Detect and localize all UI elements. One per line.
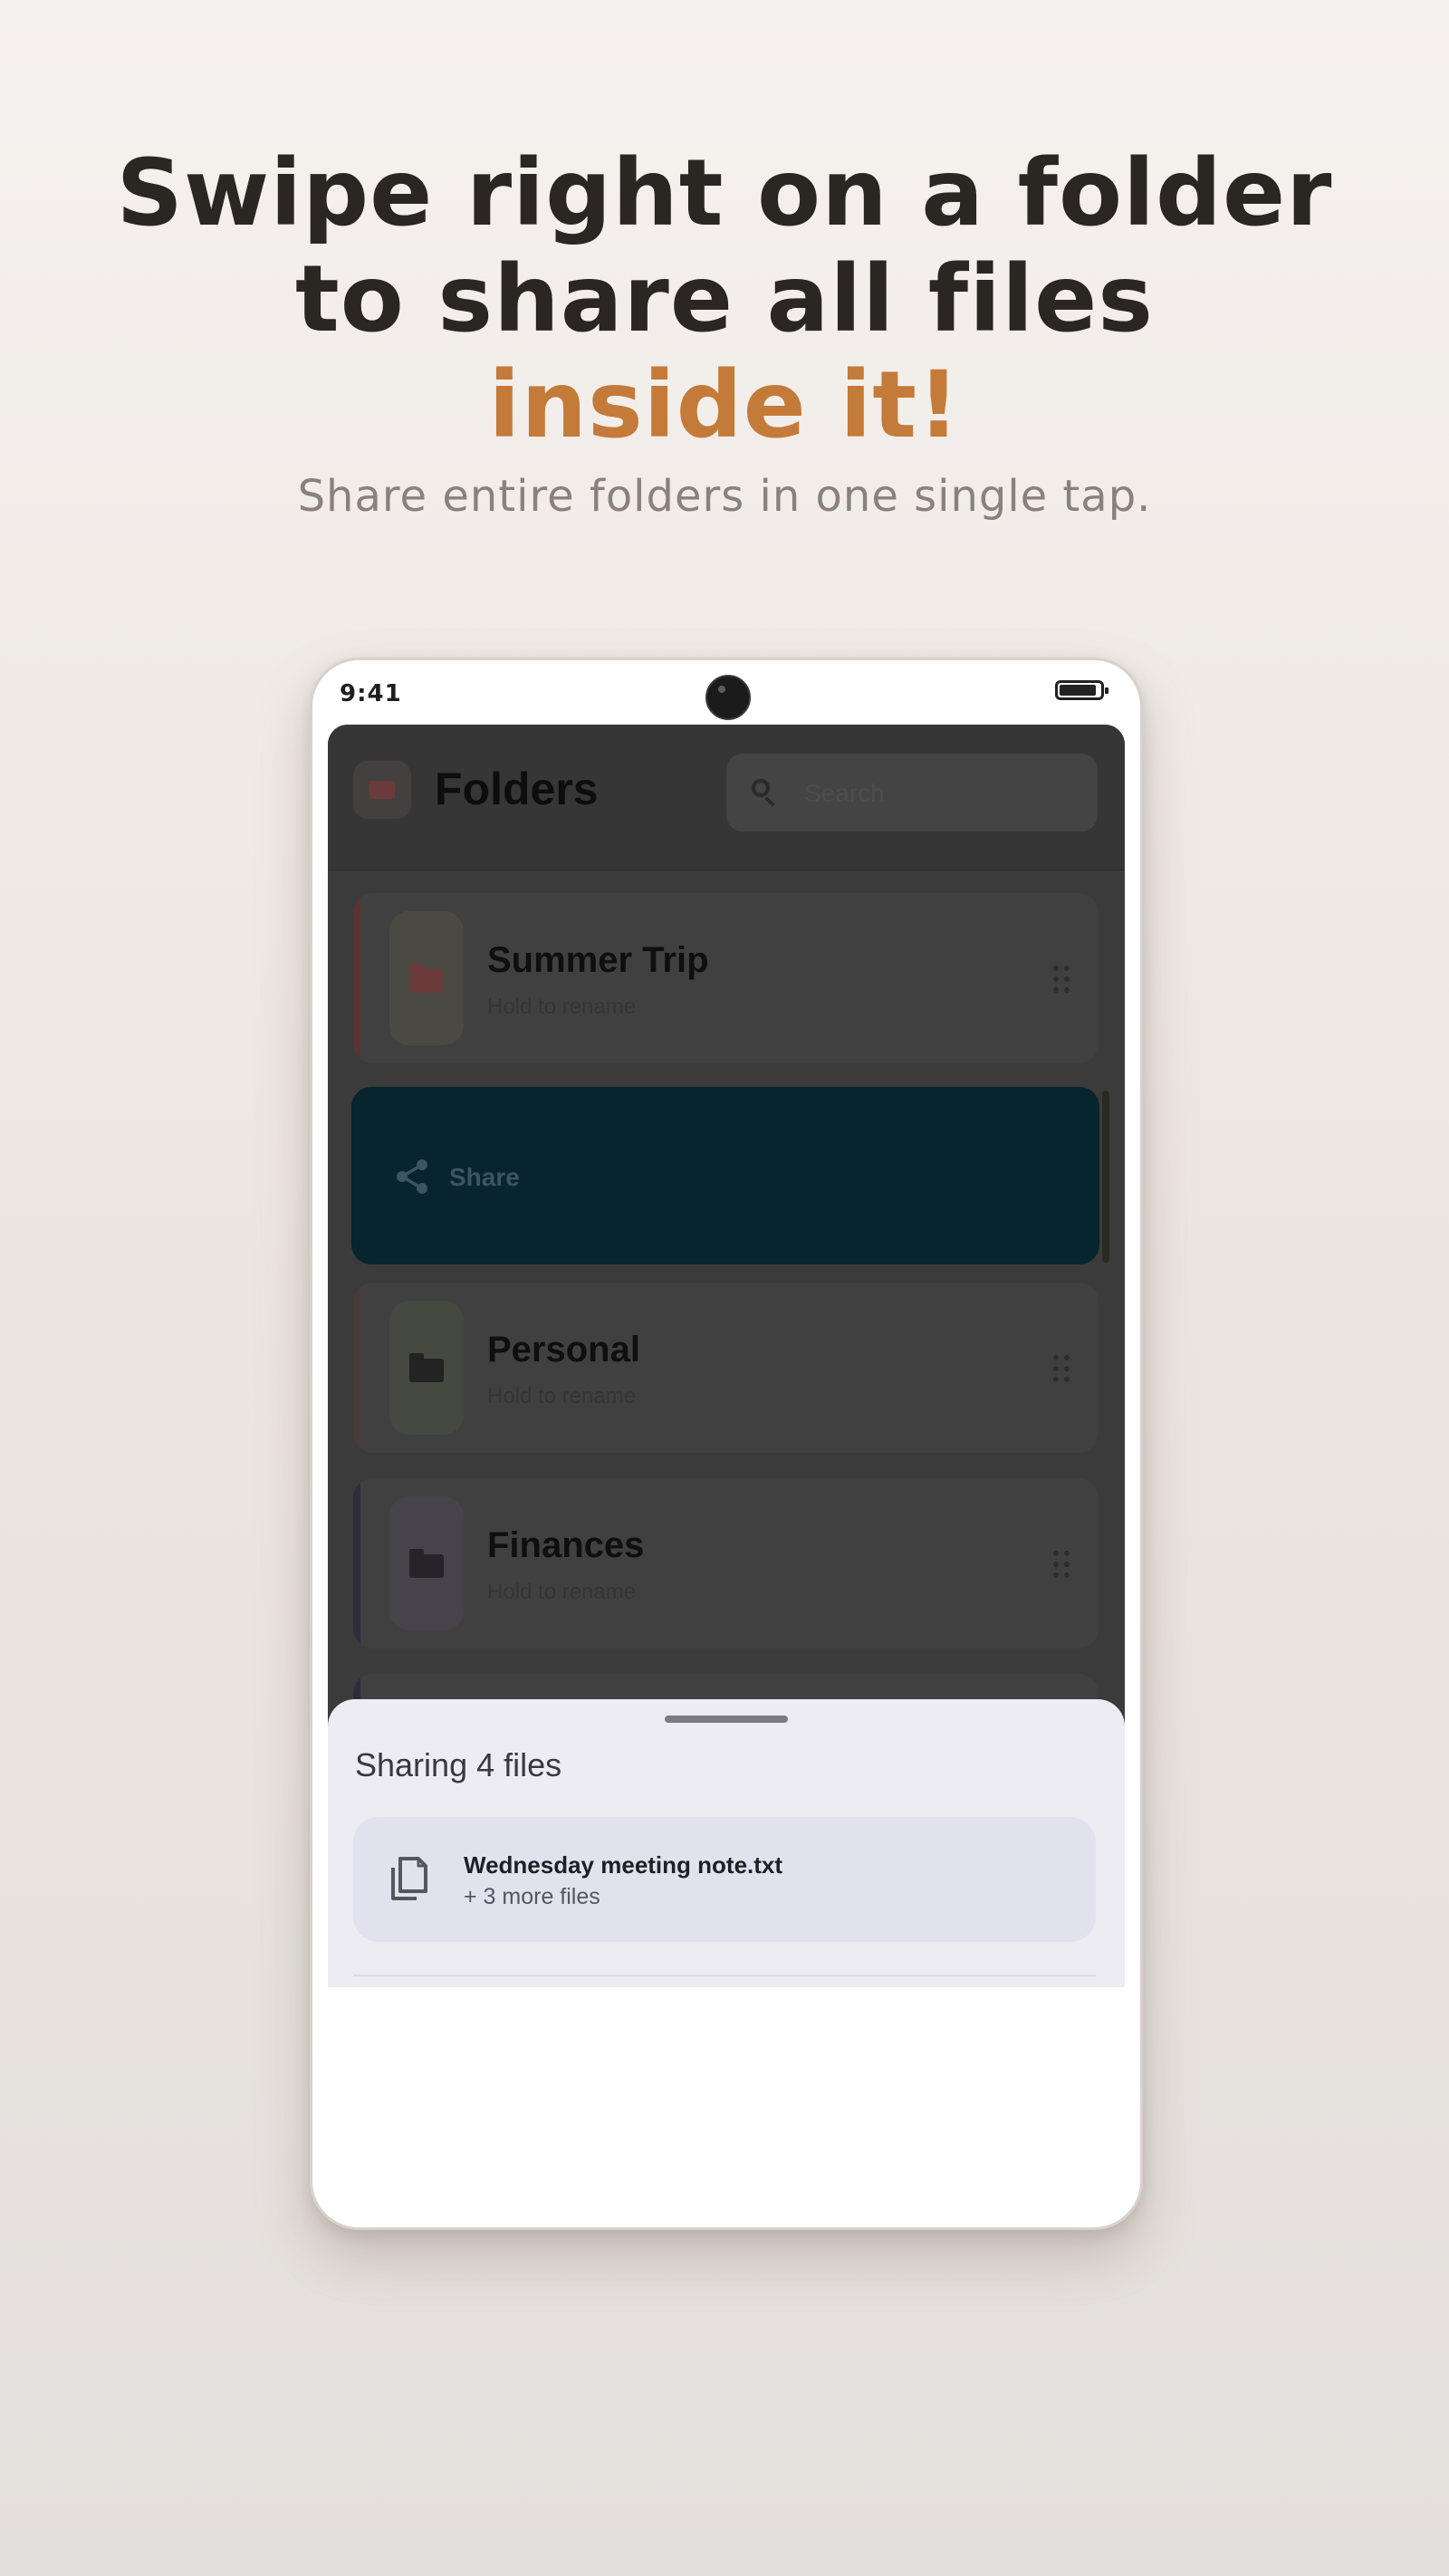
sheet-drag-handle[interactable] <box>665 1716 788 1723</box>
app-logo-icon <box>353 761 411 819</box>
search-input[interactable]: Search <box>726 754 1098 831</box>
swipe-share-action[interactable]: Share <box>351 1087 1109 1264</box>
phone-frame: 9:41 Folders Search Summer Trip Hold to … <box>310 658 1143 2230</box>
drag-handle-icon[interactable] <box>1053 966 1071 993</box>
folder-card-personal[interactable]: Personal Hold to rename <box>353 1283 1099 1453</box>
share-icon <box>397 1159 427 1194</box>
page-title: Folders <box>435 764 599 814</box>
app-bar: Folders Search <box>328 725 1125 870</box>
status-time: 9:41 <box>340 680 402 707</box>
promo-subheadline: Share entire folders in one single tap. <box>297 471 1152 522</box>
folder-icon <box>409 1549 444 1578</box>
drag-handle-icon[interactable] <box>1053 1355 1071 1382</box>
folder-thumbnail <box>389 911 464 1045</box>
folder-card-summer-trip[interactable]: Summer Trip Hold to rename <box>353 893 1099 1063</box>
search-icon <box>752 779 770 797</box>
promo-headline: Swipe right on a folder to share all fil… <box>0 140 1449 458</box>
folder-name: Summer Trip <box>487 940 709 980</box>
folder-name: Finances <box>487 1525 645 1565</box>
copy-files-icon <box>391 1857 427 1900</box>
folder-hint: Hold to rename <box>487 995 637 1019</box>
folder-thumbnail <box>389 1496 464 1630</box>
share-bottom-sheet: Sharing 4 files Wednesday meeting note.t… <box>328 1699 1125 1987</box>
sheet-divider <box>353 1975 1096 1976</box>
folder-color-stripe <box>353 1283 360 1453</box>
more-files-count: + 3 more files <box>464 1884 600 1909</box>
battery-icon <box>1055 680 1108 700</box>
headline-line-2: to share all files <box>295 245 1154 353</box>
folder-icon <box>409 964 444 993</box>
folder-name: Personal <box>487 1330 640 1370</box>
folder-color-stripe <box>353 1478 360 1648</box>
headline-line-1: Swipe right on a folder <box>116 139 1333 247</box>
swiped-card-edge <box>1102 1091 1109 1263</box>
folder-hint: Hold to rename <box>487 1580 637 1604</box>
folder-card-finances[interactable]: Finances Hold to rename <box>353 1478 1099 1648</box>
sheet-title: Sharing 4 files <box>355 1746 562 1783</box>
shared-file-name: Wednesday meeting note.txt <box>464 1851 783 1879</box>
headline-accent: inside it! <box>488 351 961 459</box>
shared-files-summary[interactable]: Wednesday meeting note.txt + 3 more file… <box>353 1817 1096 1942</box>
search-placeholder: Search <box>804 779 885 807</box>
drag-handle-icon[interactable] <box>1053 1551 1071 1578</box>
camera-icon <box>705 675 751 720</box>
share-action-label: Share <box>449 1163 520 1191</box>
folder-color-stripe <box>353 893 360 1063</box>
folder-hint: Hold to rename <box>487 1384 637 1408</box>
folder-icon <box>409 1353 444 1382</box>
folder-thumbnail <box>389 1301 464 1435</box>
